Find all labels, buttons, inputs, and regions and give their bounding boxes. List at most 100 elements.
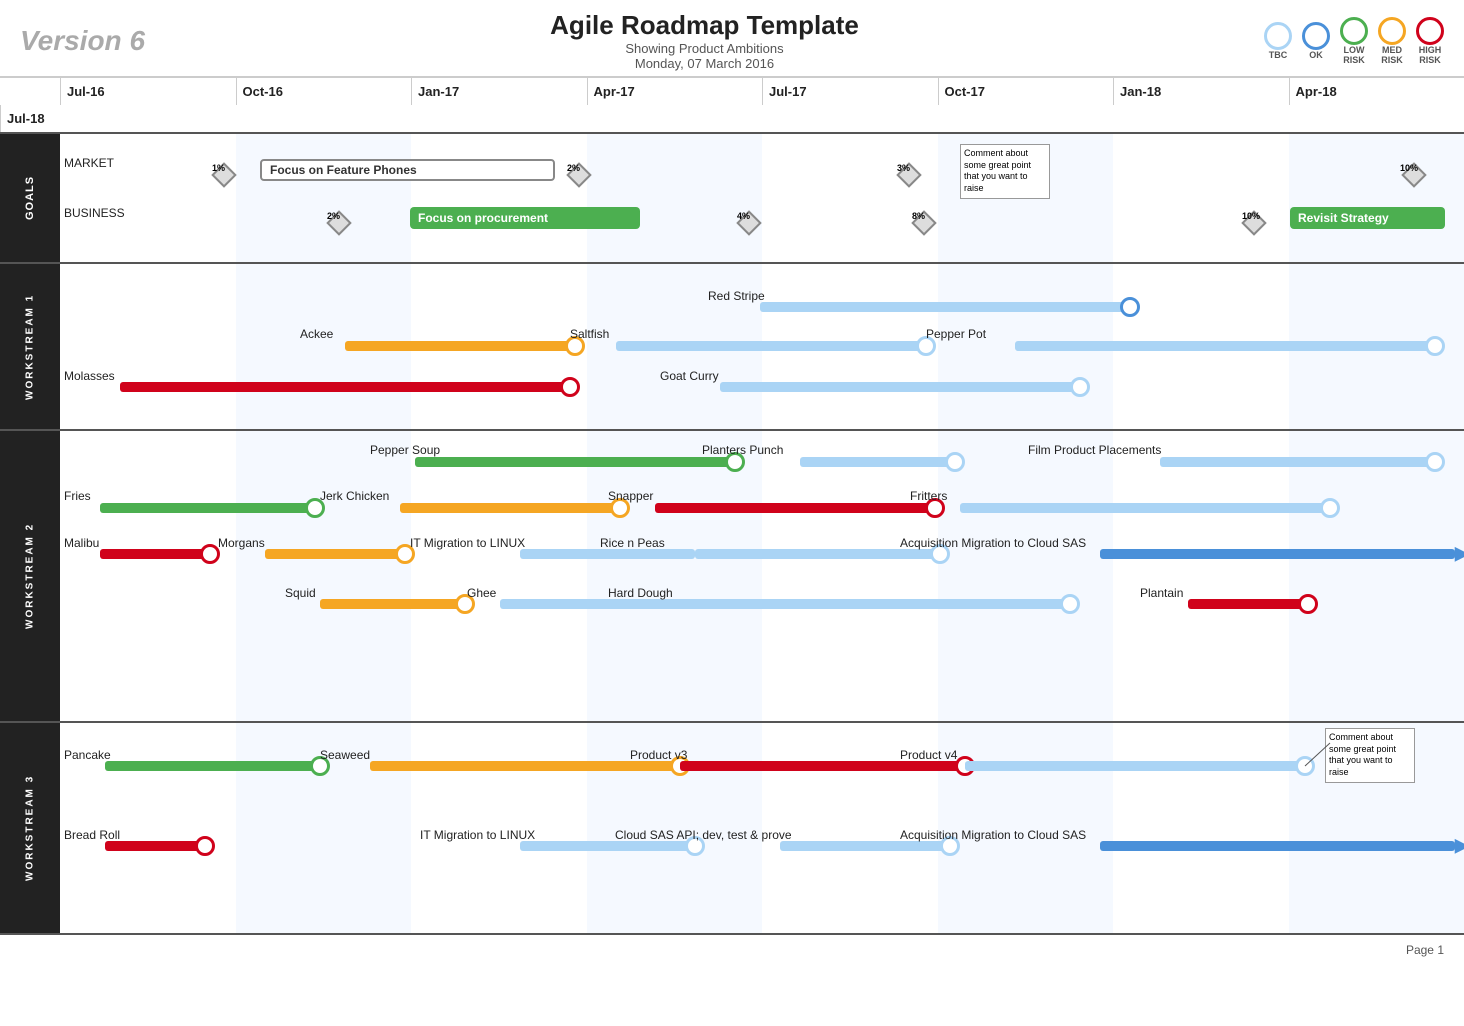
tl-jul18: Jul-18 [0,105,60,132]
film-placements-label: Film Product Placements [1028,443,1161,457]
acquisition-cloud-sas-ws3-label: Acquisition Migration to Cloud SAS [900,828,1086,842]
diamond-biz-2pct-label: 2% [327,211,340,221]
workstream3-section: WORKSTREAM 3 Pancake Seaweed Product v3 … [0,723,1464,935]
morgans-bar [265,549,405,559]
fries-bar [100,503,315,513]
it-migration-linux-ws3-bar [520,841,695,851]
malibu-milestone [200,544,220,564]
fritters-label: Fritters [910,489,947,503]
header: Version 6 Agile Roadmap Template Showing… [0,0,1464,78]
snapper-bar [655,503,935,513]
tl-jul16: Jul-16 [60,78,236,105]
med-risk-circle [1378,17,1406,45]
diamond-market-3pct-label: 3% [897,163,910,173]
saltfish-label: Saltfish [570,327,609,341]
ackee-bar [345,341,575,351]
pepper-soup-label: Pepper Soup [370,443,440,457]
film-placements-milestone [1425,452,1445,472]
acquisition-cloud-sas-ws3-bar [1100,841,1455,851]
ws3-label: WORKSTREAM 3 [0,723,60,933]
acquisition-cloud-sas-ws2-bar [1100,549,1455,559]
tl-oct16: Oct-16 [236,78,412,105]
comment-box-ws3: Comment about some great point that you … [1325,728,1415,783]
legend: TBC OK LOWRISK MEDRISK HIGHRISK [1264,17,1444,65]
high-risk-circle [1416,17,1444,45]
malibu-label: Malibu [64,536,99,550]
main-title: Agile Roadmap Template [550,10,859,41]
market-label: MARKET [64,156,114,170]
it-migration-linux-ws3-label: IT Migration to LINUX [420,828,535,842]
fritters-milestone [1320,498,1340,518]
ws1-content: Red Stripe Ackee Saltfish Pepper Pot Mol… [60,264,1464,429]
snapper-label: Snapper [608,489,653,503]
diamond-biz-4pct-label: 4% [737,211,750,221]
molasses-label: Molasses [64,369,115,383]
hard-dough-bar [700,599,1070,609]
subtitle: Showing Product Ambitions [550,41,859,56]
cloud-sas-api-label: Cloud SAS API; dev, test & prove [615,828,792,842]
workstream2-section: WORKSTREAM 2 Pepper Soup Planters Punch … [0,431,1464,723]
legend-low-risk: LOWRISK [1340,17,1368,65]
tl-jan18: Jan-18 [1113,78,1289,105]
pancake-label: Pancake [64,748,111,762]
tbc-circle [1264,22,1292,50]
malibu-bar [100,549,210,559]
ws3-content: Pancake Seaweed Product v3 Product v4 Co… [60,723,1464,933]
film-placements-bar [1160,457,1435,467]
plantain-bar [1188,599,1308,609]
timeline-header: Jul-16 Oct-16 Jan-17 Apr-17 Jul-17 Oct-1… [0,78,1464,134]
planters-punch-milestone [945,452,965,472]
legend-tbc: TBC [1264,22,1292,60]
page-number: Page 1 [0,935,1464,965]
product-v4-bar [965,761,1305,771]
planters-punch-label: Planters Punch [702,443,783,457]
business-label: BUSINESS [64,206,125,220]
workstream1-section: WORKSTREAM 1 Red Stripe Ackee Saltfish P… [0,264,1464,431]
ackee-label: Ackee [300,327,333,341]
ws2-label: WORKSTREAM 2 [0,431,60,721]
tl-jan17: Jan-17 [411,78,587,105]
cloud-sas-api-bar [780,841,950,851]
goat-curry-milestone [1070,377,1090,397]
pepper-pot-label: Pepper Pot [926,327,986,341]
seaweed-label: Seaweed [320,748,370,762]
acquisition-cloud-sas-ws2-arrow: ▶ [1455,543,1464,564]
diamond-biz-8pct-label: 8% [912,211,925,221]
date: Monday, 07 March 2016 [550,56,859,71]
goat-curry-label: Goat Curry [660,369,719,383]
tl-apr17: Apr-17 [587,78,763,105]
squid-label: Squid [285,586,316,600]
saltfish-bar [616,341,926,351]
rice-peas-bar [695,549,940,559]
revisit-strategy-bar: Revisit Strategy [1290,207,1445,229]
pepper-soup-bar [415,457,735,467]
acquisition-cloud-sas-ws3-arrow: ▶ [1455,835,1464,856]
goals-section: GOALS MARKET BUSINESS 1% Focus on Featur… [0,134,1464,264]
red-stripe-label: Red Stripe [708,289,765,303]
tl-oct17: Oct-17 [938,78,1114,105]
plantain-label: Plantain [1140,586,1183,600]
col-grid [60,134,1464,262]
tl-apr18: Apr-18 [1289,78,1464,105]
version-label: Version 6 [20,25,145,57]
red-stripe-bar [760,302,1130,312]
diamond-market-2pct-label: 2% [567,163,580,173]
molasses-milestone [560,377,580,397]
morgans-label: Morgans [218,536,265,550]
ok-circle [1302,22,1330,50]
diamond-market-1pct-label: 1% [212,163,225,173]
product-v4-label: Product v4 [900,748,957,762]
red-stripe-milestone [1120,297,1140,317]
tl-empty [0,78,60,105]
jerk-chicken-bar [400,503,620,513]
ghee-label: Ghee [467,586,496,600]
focus-feature-phones-bar: Focus on Feature Phones [260,159,555,181]
ws1-label: WORKSTREAM 1 [0,264,60,429]
legend-ok: OK [1302,22,1330,60]
squid-bar [320,599,465,609]
fritters-bar [960,503,1330,513]
planters-punch-bar [800,457,955,467]
it-migration-linux-ws2-label: IT Migration to LINUX [410,536,525,550]
goals-label: GOALS [0,134,60,262]
goals-content: MARKET BUSINESS 1% Focus on Feature Phon… [60,134,1464,262]
